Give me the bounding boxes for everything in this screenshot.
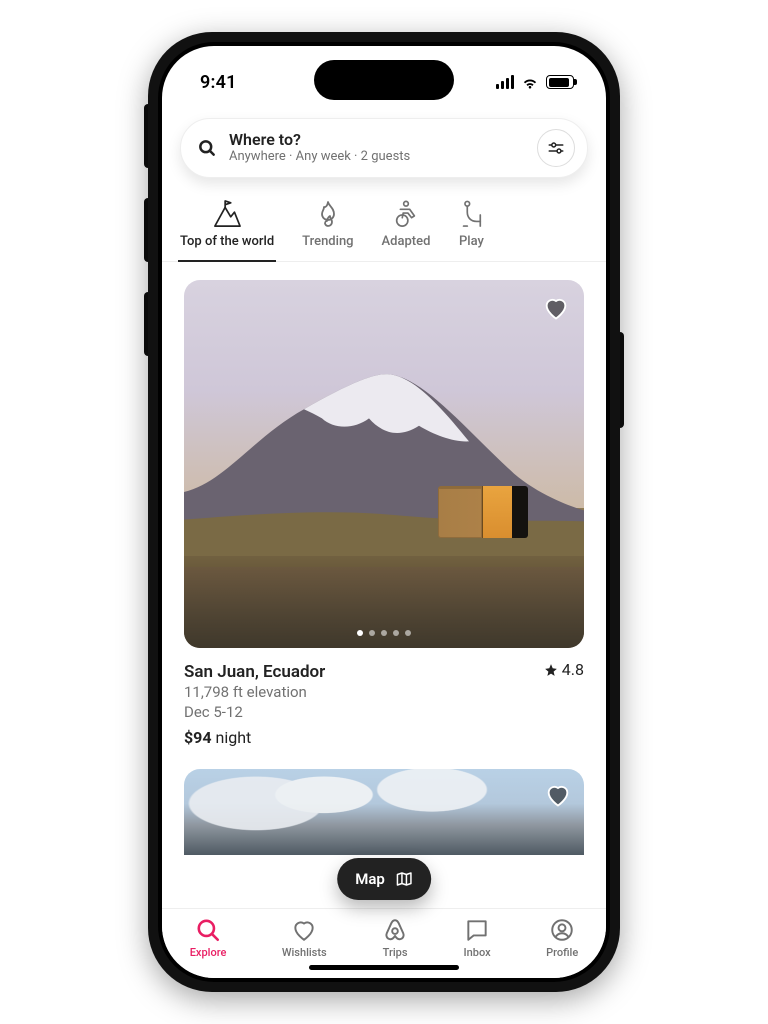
cabin-illustration: [438, 486, 528, 538]
search-icon: [195, 917, 221, 943]
heart-icon: [542, 294, 570, 322]
map-button[interactable]: Map: [337, 858, 431, 900]
listing-price: $94 night: [184, 728, 584, 747]
screen: 9:41 Where to? Anywhere: [162, 46, 606, 978]
map-icon: [395, 870, 413, 888]
battery-icon: [546, 75, 574, 89]
listing-card[interactable]: San Juan, Ecuador 4.8 11,798 ft elevatio…: [184, 280, 584, 747]
slide-icon: [458, 200, 484, 228]
heart-outline-icon: [291, 917, 317, 943]
category-trending[interactable]: Trending: [288, 194, 367, 261]
peak-flag-icon: [212, 200, 242, 228]
category-label: Top of the world: [180, 234, 274, 249]
category-top-of-the-world[interactable]: Top of the world: [166, 194, 288, 261]
airbnb-logo-icon: [382, 917, 408, 943]
sliders-icon: [547, 139, 565, 157]
listing-card[interactable]: [184, 769, 584, 855]
photo-pagination[interactable]: [357, 630, 411, 636]
search-title: Where to?: [229, 131, 525, 149]
wifi-icon: [520, 75, 540, 89]
tab-label: Trips: [383, 946, 408, 959]
tab-explore[interactable]: Explore: [190, 917, 227, 959]
map-button-label: Map: [355, 870, 385, 888]
listing-rating: 4.8: [544, 660, 584, 679]
device-frame: 9:41 Where to? Anywhere: [148, 32, 620, 992]
tab-label: Wishlists: [282, 946, 327, 959]
favorite-button[interactable]: [542, 779, 574, 811]
tab-wishlists[interactable]: Wishlists: [282, 917, 327, 959]
star-icon: [544, 663, 558, 677]
category-tabs: Top of the world Trending Adapted P: [162, 186, 606, 262]
tab-label: Inbox: [464, 946, 491, 959]
filters-button[interactable]: [537, 129, 575, 167]
search-bar[interactable]: Where to? Anywhere · Any week · 2 guests: [180, 118, 588, 178]
tab-trips[interactable]: Trips: [382, 917, 408, 959]
home-indicator[interactable]: [309, 965, 459, 970]
category-play[interactable]: Play: [444, 194, 498, 261]
search-subtitle: Anywhere · Any week · 2 guests: [229, 150, 525, 165]
tab-label: Explore: [190, 946, 227, 959]
dynamic-island: [314, 60, 454, 100]
listing-photo[interactable]: [184, 280, 584, 648]
flame-icon: [316, 200, 340, 228]
search-icon: [197, 138, 217, 158]
accessibility-icon: [392, 200, 420, 228]
category-label: Adapted: [382, 234, 431, 249]
category-adapted[interactable]: Adapted: [368, 194, 445, 261]
listing-location: San Juan, Ecuador: [184, 662, 325, 682]
category-label: Play: [459, 234, 484, 249]
cellular-signal-icon: [496, 75, 514, 89]
heart-icon: [544, 781, 572, 809]
category-label: Trending: [302, 234, 353, 249]
tab-inbox[interactable]: Inbox: [464, 917, 491, 959]
user-icon: [549, 917, 575, 943]
tab-label: Profile: [546, 946, 578, 959]
favorite-button[interactable]: [540, 292, 572, 324]
listing-elevation: 11,798 ft elevation: [184, 682, 584, 702]
chat-icon: [464, 917, 490, 943]
status-time: 9:41: [200, 72, 237, 93]
listing-dates: Dec 5-12: [184, 702, 584, 722]
listing-photo[interactable]: [184, 769, 584, 855]
tab-profile[interactable]: Profile: [546, 917, 578, 959]
